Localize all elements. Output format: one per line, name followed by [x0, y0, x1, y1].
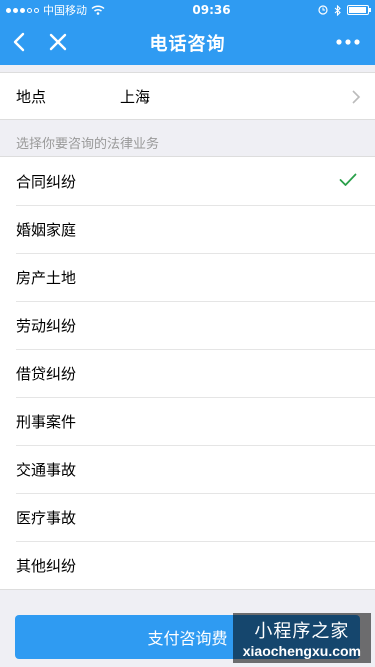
service-label: 借贷纠纷	[16, 364, 77, 383]
service-list: 合同纠纷 婚姻家庭 房产土地 劳动纠纷 借贷纠纷 刑事案件 交通事故 医疗事故 …	[0, 156, 375, 590]
service-item-property[interactable]: 房产土地	[0, 253, 375, 301]
section-title: 选择你要咨询的法律业务	[16, 137, 160, 152]
watermark-en: xiaochengxu.com	[242, 643, 361, 659]
wifi-icon	[91, 5, 105, 15]
status-bar: 中国移动 09:36	[0, 0, 375, 20]
more-dots-icon[interactable]	[333, 30, 363, 54]
service-item-criminal[interactable]: 刑事案件	[0, 397, 375, 445]
chevron-right-icon	[352, 90, 361, 104]
service-item-medical[interactable]: 医疗事故	[0, 493, 375, 541]
service-label: 其他纠纷	[16, 556, 77, 575]
watermark-cn: 小程序之家	[254, 621, 350, 641]
checkmark-icon	[339, 173, 357, 186]
bluetooth-icon	[334, 4, 341, 16]
close-icon[interactable]	[46, 30, 70, 54]
location-value: 上海	[120, 87, 151, 106]
signal-icon	[6, 7, 39, 13]
watermark: 小程序之家 xiaochengxu.com	[232, 613, 371, 663]
service-label: 刑事案件	[16, 412, 77, 431]
service-item-contract[interactable]: 合同纠纷	[0, 157, 375, 205]
service-label: 房产土地	[16, 268, 77, 287]
carrier-label: 中国移动	[43, 4, 87, 17]
status-right	[318, 4, 371, 16]
battery-icon	[346, 5, 371, 15]
service-label: 婚姻家庭	[16, 220, 77, 239]
top-bar: 中国移动 09:36 电话咨询	[0, 0, 375, 65]
service-item-other[interactable]: 其他纠纷	[0, 541, 375, 589]
status-left: 中国移动	[6, 2, 105, 18]
location-label: 地点	[16, 87, 47, 106]
status-time: 09:36	[192, 3, 231, 17]
service-item-marriage[interactable]: 婚姻家庭	[0, 205, 375, 253]
service-label: 交通事故	[16, 460, 77, 479]
service-label: 合同纠纷	[16, 172, 77, 191]
location-row[interactable]: 地点 上海	[0, 72, 375, 120]
service-label: 劳动纠纷	[16, 316, 77, 335]
service-item-traffic[interactable]: 交通事故	[0, 445, 375, 493]
page-title: 电话咨询	[149, 33, 226, 55]
alarm-icon	[318, 5, 328, 15]
nav-bar: 电话咨询	[0, 20, 375, 65]
service-label: 医疗事故	[16, 508, 77, 527]
service-item-loan[interactable]: 借贷纠纷	[0, 349, 375, 397]
service-item-labor[interactable]: 劳动纠纷	[0, 301, 375, 349]
back-arrow-icon[interactable]	[8, 30, 32, 54]
